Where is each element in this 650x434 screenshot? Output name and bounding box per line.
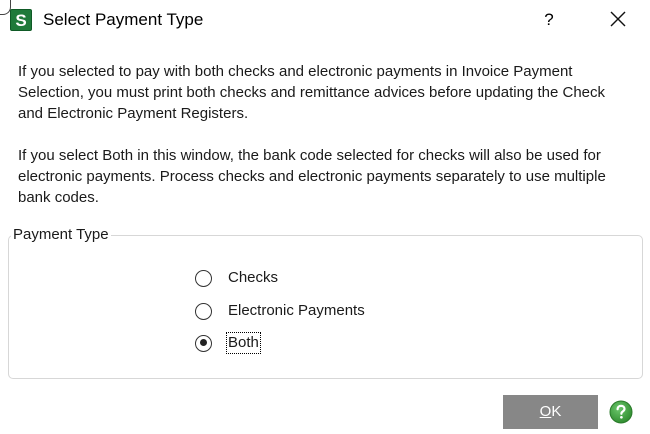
ok-mnemonic: O [539, 403, 552, 420]
radio-label-checks: Checks [228, 269, 279, 286]
radio-button-electronic-payments[interactable] [195, 302, 212, 320]
close-button[interactable] [604, 7, 632, 33]
radio-button-checks[interactable] [195, 269, 212, 287]
instruction-paragraph-1: If you selected to pay with both checks … [18, 63, 605, 122]
close-icon [610, 11, 626, 27]
ok-button[interactable]: OK [503, 395, 598, 429]
radio-button-both[interactable] [195, 334, 212, 352]
dialog-title: Select Payment Type [43, 10, 204, 29]
ok-label-rest: K [551, 403, 562, 420]
title-help-button[interactable]: ? [537, 7, 561, 33]
title-bar: S Select Payment Type ? [0, 0, 650, 40]
radio-checks[interactable]: Checks [195, 267, 278, 289]
radio-electronic-payments[interactable]: Electronic Payments [195, 300, 365, 322]
help-circle-icon [609, 400, 633, 424]
radio-label-electronic-payments: Electronic Payments [228, 302, 365, 319]
help-button[interactable] [609, 400, 633, 424]
select-payment-type-dialog: S Select Payment Type ? If you selected … [0, 0, 650, 434]
sage-app-icon: S [10, 9, 32, 31]
payment-type-group-label: Payment Type [11, 225, 111, 245]
radio-both[interactable]: Both [195, 332, 261, 354]
radio-label-both: Both [226, 332, 261, 354]
instruction-paragraph-2: If you select Both in this window, the b… [18, 147, 606, 206]
